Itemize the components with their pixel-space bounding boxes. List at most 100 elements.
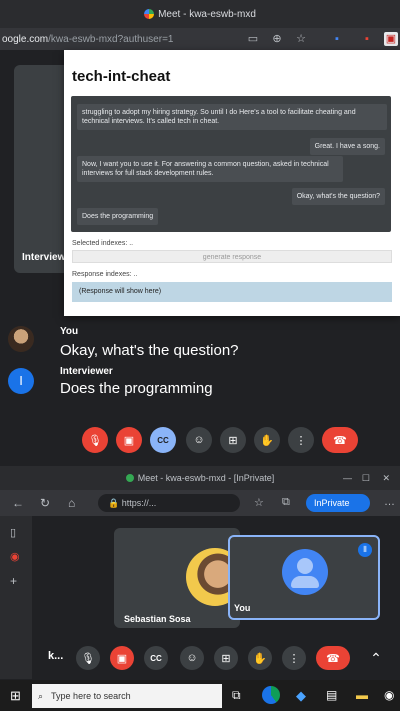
- top-window-titlebar: Meet - kwa-eswb-mxd: [0, 0, 400, 28]
- emoji-icon: ☺: [193, 434, 205, 446]
- top-url[interactable]: oogle.com/kwa-eswb-mxd?authuser=1: [0, 34, 173, 45]
- sebastian-video-tile[interactable]: Sebastian Sosa: [114, 528, 240, 628]
- tabs-icon[interactable]: ▯: [10, 526, 16, 539]
- interviewer-avatar: I: [8, 368, 34, 394]
- transcript-message-4[interactable]: Does the programming: [77, 208, 159, 225]
- response-output: (Response will show here): [72, 282, 392, 302]
- bottom-more-button[interactable]: ⋮: [282, 646, 306, 670]
- emoji-icon: ☺: [186, 652, 198, 664]
- you-avatar: [8, 326, 34, 352]
- self-label: You: [234, 603, 251, 613]
- file-explorer-icon[interactable]: ▬: [356, 688, 368, 702]
- speaking-indicator-icon: ⦀: [358, 543, 372, 557]
- raise-hand-button[interactable]: ✋: [254, 427, 280, 453]
- camera-off-icon: ▣: [123, 434, 135, 447]
- zoom-icon[interactable]: ⊕: [270, 32, 284, 46]
- end-call-icon: ☎: [333, 434, 347, 447]
- top-window-title: Meet - kwa-eswb-mxd: [158, 8, 256, 20]
- emoji-button[interactable]: ☺: [186, 427, 212, 453]
- more-icon: ⋮: [288, 652, 300, 665]
- bottom-mic-button[interactable]: 🎙: [76, 646, 100, 670]
- url-path: /kwa-eswb-mxd?authuser=1: [48, 33, 174, 45]
- refresh-icon[interactable]: ↻: [40, 496, 50, 510]
- minimize-icon[interactable]: —: [343, 473, 352, 483]
- bottom-raise-hand-button[interactable]: ✋: [248, 646, 272, 670]
- inprivate-label: InPrivate: [314, 498, 350, 508]
- transcript-box: struggling to adopt my hiring strategy. …: [71, 96, 391, 232]
- bottom-emoji-button[interactable]: ☺: [180, 646, 204, 670]
- add-icon[interactable]: +: [10, 574, 17, 588]
- camera-off-icon: ▣: [116, 652, 128, 665]
- more-icon[interactable]: …: [384, 496, 395, 508]
- more-icon: ⋮: [295, 434, 307, 447]
- record-icon[interactable]: ◉: [10, 550, 20, 563]
- favorites-icon[interactable]: ☆: [254, 496, 264, 509]
- search-icon: ⌕: [38, 690, 44, 701]
- captions-icon: CC: [150, 653, 162, 663]
- caption-text-interviewer: Does the programming: [60, 380, 213, 397]
- url-domain: oogle.com: [2, 33, 49, 45]
- back-icon[interactable]: ←: [12, 496, 24, 510]
- inprivate-badge[interactable]: InPrivate: [306, 494, 370, 512]
- more-options-button[interactable]: ⋮: [288, 427, 314, 453]
- transcript-message-0[interactable]: struggling to adopt my hiring strategy. …: [77, 104, 387, 130]
- person-head-icon: [297, 558, 313, 574]
- generate-response-button[interactable]: generate response: [72, 250, 392, 263]
- transcript-message-1[interactable]: Great. I have a song.: [309, 138, 385, 155]
- taskbar-search[interactable]: ⌕ Type here to search: [32, 684, 222, 708]
- home-icon[interactable]: ⌂: [68, 496, 75, 510]
- expand-button[interactable]: ⌃: [364, 646, 388, 670]
- chevron-up-icon: ⌃: [370, 649, 382, 666]
- favorites-icon[interactable]: ☆: [294, 32, 308, 46]
- caption-speaker-interviewer: Interviewer: [60, 366, 113, 377]
- camera-off-button[interactable]: ▣: [116, 427, 142, 453]
- transcript-message-2[interactable]: Now, I want you to use it. For answering…: [77, 156, 343, 182]
- bottom-window-title: Meet - kwa-eswb-mxd - [InPrivate]: [137, 473, 275, 483]
- self-video-tile[interactable]: You ⦀: [228, 535, 380, 620]
- meeting-code[interactable]: k...: [48, 650, 63, 662]
- maximize-icon[interactable]: ☐: [362, 473, 370, 484]
- caption-speaker-you: You: [60, 326, 79, 337]
- bottom-address-bar: ← ↻ ⌂ 🔒 https://... ☆ ⧉ InPrivate …: [0, 490, 400, 516]
- windows-start-icon[interactable]: ⊞: [10, 688, 21, 704]
- edge-taskbar-icon[interactable]: [262, 686, 280, 704]
- mic-icon: 🎙: [81, 652, 95, 665]
- task-view-icon[interactable]: ⧉: [232, 688, 241, 703]
- response-indexes-label: Response indexes: ..: [72, 271, 138, 278]
- lock-icon: 🔒: [108, 498, 120, 508]
- extension-popup: tech-int-cheat struggling to adopt my hi…: [64, 50, 400, 316]
- caption-text-you: Okay, what's the question?: [60, 342, 239, 359]
- end-call-button[interactable]: ☎: [322, 427, 358, 453]
- transcript-message-3[interactable]: Okay, what's the question?: [291, 188, 385, 205]
- app-taskbar-icon-2[interactable]: ◉: [384, 688, 394, 702]
- mic-off-icon: 🎙: [88, 434, 102, 447]
- top-address-bar[interactable]: oogle.com/kwa-eswb-mxd?authuser=1 ▭ ⊕ ☆ …: [0, 28, 400, 50]
- bottom-url: https://...: [121, 498, 157, 508]
- raise-hand-icon: ✋: [253, 652, 267, 665]
- extension-blue-icon[interactable]: ▪: [330, 32, 344, 46]
- meet-favicon-icon: [144, 9, 155, 19]
- tech-int-cheat-extension-icon[interactable]: ▣: [384, 32, 398, 46]
- present-button[interactable]: ⊞: [220, 427, 246, 453]
- app-taskbar-icon[interactable]: ▤: [326, 688, 337, 702]
- bottom-present-button[interactable]: ⊞: [214, 646, 238, 670]
- present-icon: ⊞: [221, 652, 231, 665]
- collections-icon[interactable]: ⧉: [282, 496, 290, 509]
- camera-icon[interactable]: ▭: [246, 32, 260, 46]
- present-icon: ⊞: [228, 434, 238, 447]
- meet-favicon-icon: [125, 474, 134, 482]
- captions-button[interactable]: CC: [150, 427, 176, 453]
- edge-sidebar: ▯ ◉ +: [0, 516, 32, 679]
- popup-title: tech-int-cheat: [72, 68, 171, 85]
- close-icon[interactable]: ✕: [382, 473, 390, 484]
- bottom-url-field[interactable]: 🔒 https://...: [98, 494, 240, 512]
- captions-icon: CC: [157, 435, 169, 445]
- extension-red-icon[interactable]: ▪: [360, 32, 374, 46]
- raise-hand-icon: ✋: [260, 434, 274, 447]
- bottom-end-call-button[interactable]: ☎: [316, 646, 350, 670]
- bottom-camera-off-button[interactable]: ▣: [110, 646, 134, 670]
- end-call-icon: ☎: [326, 652, 340, 665]
- mic-off-button[interactable]: 🎙: [82, 427, 108, 453]
- vscode-taskbar-icon[interactable]: ◆: [296, 688, 306, 704]
- bottom-captions-button[interactable]: CC: [144, 646, 168, 670]
